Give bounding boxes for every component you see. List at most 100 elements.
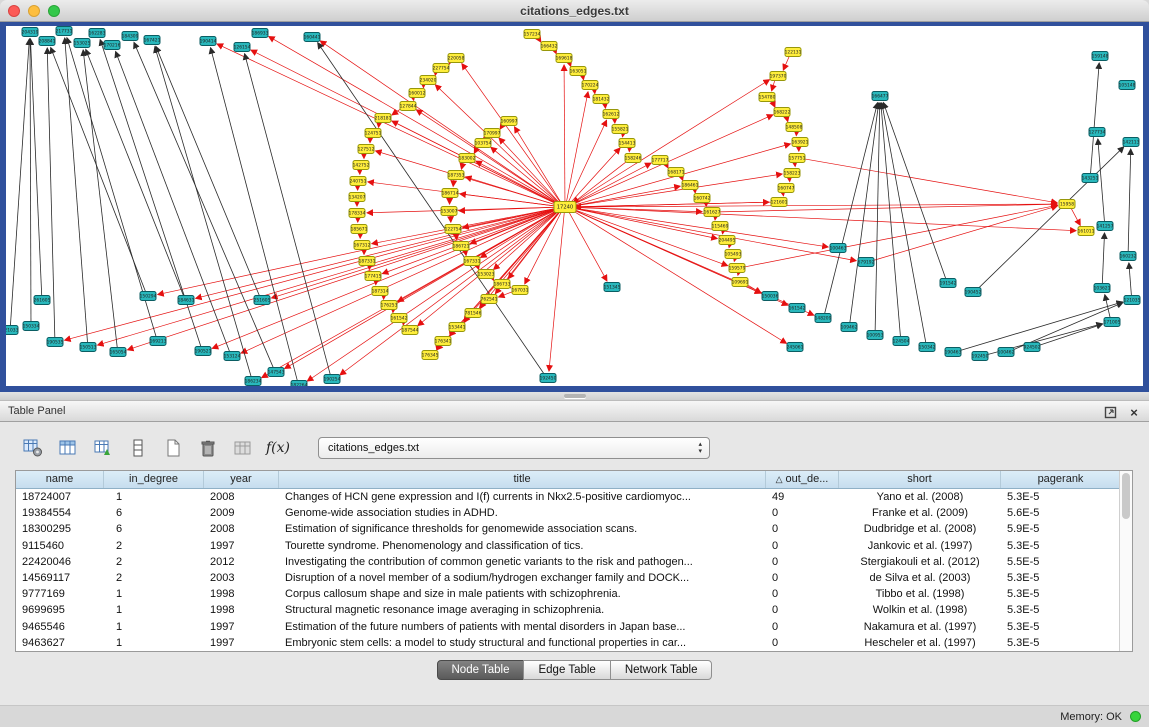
graph-node[interactable]: 150294: [140, 292, 157, 301]
graph-edge[interactable]: [245, 54, 331, 374]
graph-node[interactable]: 155821: [612, 125, 629, 134]
graph-node[interactable]: 178334: [349, 209, 366, 218]
graph-edge[interactable]: [47, 48, 55, 337]
graph-node[interactable]: 245061: [787, 343, 804, 352]
graph-node[interactable]: 159148: [1092, 52, 1109, 61]
column-header-year[interactable]: year: [204, 471, 279, 488]
graph-node[interactable]: 186714: [442, 189, 459, 198]
graph-node[interactable]: 186721: [453, 242, 470, 251]
graph-node[interactable]: 186933: [252, 29, 269, 38]
graph-node[interactable]: 122131: [785, 48, 802, 57]
graph-edge[interactable]: [734, 259, 735, 261]
zoom-window-button[interactable]: [48, 5, 60, 17]
graph-node[interactable]: 183002: [459, 154, 476, 163]
graph-edge[interactable]: [1091, 63, 1100, 173]
graph-node[interactable]: 186733: [494, 280, 511, 289]
network-canvas[interactable]: 1724015723416643216961816305117022418143…: [6, 26, 1143, 386]
graph-node[interactable]: 150036: [762, 292, 779, 301]
graph-node[interactable]: 100463: [830, 244, 847, 253]
graph-node[interactable]: 15958: [1059, 200, 1075, 209]
graph-node[interactable]: 161542: [391, 314, 408, 323]
graph-edge[interactable]: [481, 210, 559, 258]
table-scrollbar[interactable]: [1119, 471, 1132, 651]
graph-node[interactable]: 218181: [375, 114, 392, 123]
graph-edge[interactable]: [873, 206, 1058, 261]
graph-edge[interactable]: [83, 50, 117, 347]
column-header-in-degree[interactable]: in_degree: [104, 471, 204, 488]
graph-node[interactable]: 124504: [893, 337, 910, 346]
column-header-out-degree[interactable]: △out_de...: [766, 471, 839, 488]
graph-node[interactable]: 154780: [759, 93, 776, 102]
graph-node[interactable]: 147543: [268, 368, 285, 377]
table-row[interactable]: 2242004622012Investigating the contribut…: [16, 554, 1119, 570]
graph-node[interactable]: 153124: [224, 352, 241, 361]
graph-node[interactable]: 163051: [570, 67, 587, 76]
table-row[interactable]: 946362711997Embryonic stem cells: a mode…: [16, 635, 1119, 651]
graph-node[interactable]: 142113: [1123, 138, 1140, 147]
graph-node[interactable]: 158246: [625, 154, 642, 163]
graph-edge[interactable]: [65, 38, 88, 342]
graph-edge[interactable]: [1098, 139, 1105, 221]
table-row[interactable]: 969969511998Structural magnetic resonanc…: [16, 602, 1119, 618]
graph-node[interactable]: 168171: [668, 168, 685, 177]
table-row[interactable]: 1830029562008Estimation of significance …: [16, 521, 1119, 537]
graph-edge[interactable]: [212, 209, 558, 349]
table-row[interactable]: 946554611997Estimation of the future num…: [16, 619, 1119, 635]
graph-node[interactable]: 154413: [619, 139, 636, 148]
graph-edge[interactable]: [564, 65, 565, 202]
table-row[interactable]: 1872400712008Changes of HCN gene express…: [16, 489, 1119, 505]
graph-node[interactable]: 121033: [6, 326, 19, 335]
column-header-title[interactable]: title: [279, 471, 766, 488]
graph-edge[interactable]: [1129, 263, 1131, 295]
graph-edge[interactable]: [804, 159, 1057, 203]
graph-node[interactable]: 169618: [556, 54, 573, 63]
graph-node[interactable]: 162612: [603, 110, 620, 119]
graph-node[interactable]: 176341: [435, 337, 452, 346]
close-icon[interactable]: ×: [1127, 405, 1141, 419]
graph-node[interactable]: 182264: [291, 381, 308, 387]
graph-node[interactable]: 177415: [365, 272, 382, 281]
graph-edge[interactable]: [155, 47, 251, 376]
graph-edge[interactable]: [738, 273, 739, 275]
graph-node[interactable]: 169213: [150, 337, 167, 346]
graph-node[interactable]: 109462: [841, 323, 858, 332]
graph-edge[interactable]: [850, 103, 879, 322]
graph-node[interactable]: 181432: [593, 95, 610, 104]
graph-edge[interactable]: [30, 39, 41, 295]
table-row[interactable]: 911546021997Tourette syndrome. Phenomeno…: [16, 538, 1119, 554]
graph-edge[interactable]: [746, 284, 761, 293]
graph-edge[interactable]: [459, 207, 558, 211]
tab-network-table[interactable]: Network Table: [610, 660, 713, 680]
graph-edge[interactable]: [272, 208, 559, 297]
graph-edge[interactable]: [128, 209, 559, 350]
graph-edge[interactable]: [572, 209, 728, 266]
graph-node[interactable]: 105148: [1119, 81, 1136, 90]
graph-edge[interactable]: [572, 174, 782, 206]
graph-node[interactable]: 105493: [725, 250, 742, 259]
graph-node[interactable]: 762541: [481, 295, 498, 304]
graph-edge[interactable]: [568, 120, 606, 202]
graph-node[interactable]: 153023: [478, 270, 495, 279]
graph-edge[interactable]: [729, 245, 730, 248]
graph-edge[interactable]: [156, 46, 259, 295]
graph-edge[interactable]: [453, 180, 454, 187]
graph-node[interactable]: 167421: [144, 36, 161, 45]
graph-node[interactable]: 167031: [512, 286, 529, 295]
graph-node[interactable]: 166432: [541, 42, 558, 51]
graph-node[interactable]: 186461: [682, 181, 699, 190]
graph-node[interactable]: 161011: [1078, 227, 1095, 236]
graph-edge[interactable]: [416, 110, 559, 205]
graph-node[interactable]: 148508: [786, 123, 803, 132]
table-options-icon[interactable]: [20, 436, 46, 460]
tab-edge-table[interactable]: Edge Table: [523, 660, 610, 680]
column-header-short[interactable]: short: [839, 471, 1001, 488]
graph-node[interactable]: 191542: [940, 279, 957, 288]
graph-node[interactable]: 153007: [441, 207, 458, 216]
graph-node[interactable]: 127512: [358, 145, 375, 154]
graph-node[interactable]: 679192: [858, 258, 875, 267]
graph-edge[interactable]: [10, 39, 29, 325]
graph-node[interactable]: 167312: [354, 241, 371, 250]
graph-node[interactable]: 103621: [1094, 284, 1111, 293]
panel-splitter[interactable]: [0, 392, 1149, 400]
graph-node[interactable]: 217731: [56, 27, 73, 36]
